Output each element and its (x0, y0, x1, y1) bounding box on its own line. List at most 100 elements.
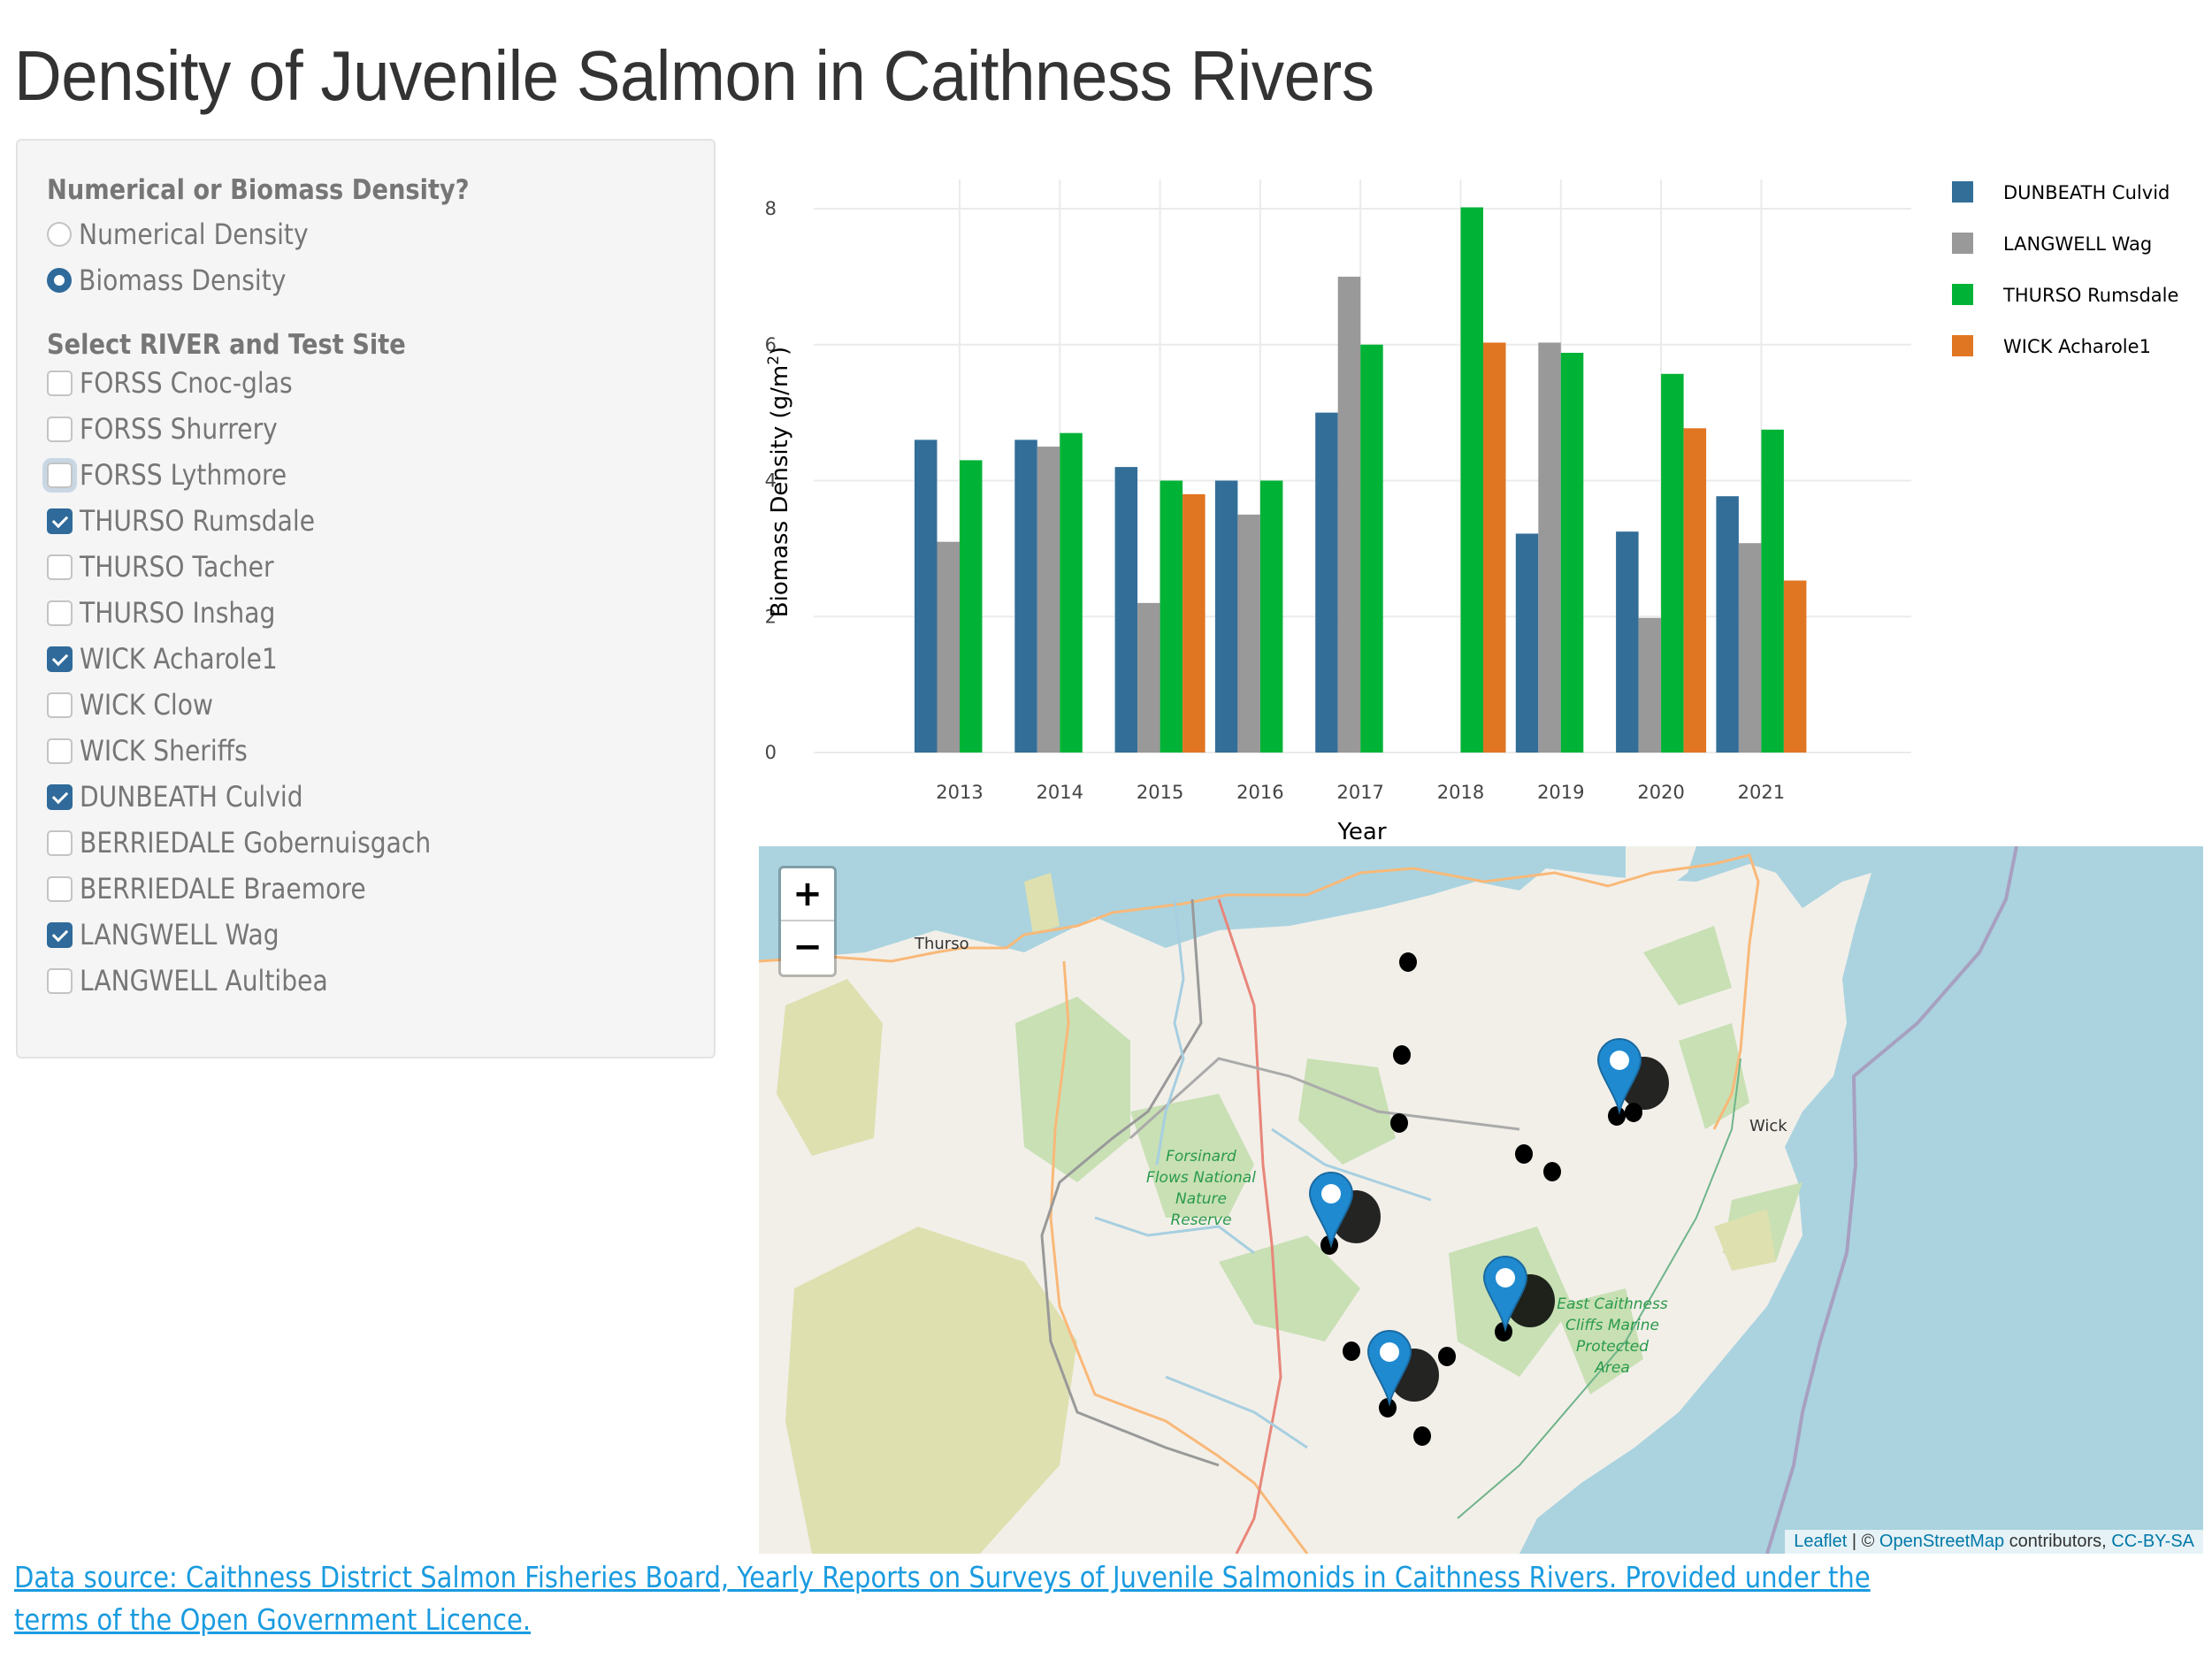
site-checkbox-langwell-aultibea[interactable]: LANGWELL Aultibea (47, 963, 362, 998)
radio-button-icon[interactable] (47, 222, 72, 247)
radio-label: Biomass Density (79, 264, 287, 297)
bar-dunbeath-culvid-2015 (1114, 467, 1138, 753)
legend-swatch (1952, 233, 1973, 254)
zoom-control: + − (778, 866, 837, 977)
svg-text:East Caithness: East Caithness (1557, 1295, 1668, 1313)
site-checkbox-forss-cnoc-glas[interactable]: FORSS Cnoc-glas (47, 365, 321, 401)
site-dot[interactable] (1399, 952, 1417, 972)
site-dot[interactable] (1608, 1106, 1626, 1126)
site-checkbox-wick-clow[interactable]: WICK Clow (47, 687, 232, 722)
checkbox-icon[interactable] (47, 692, 73, 718)
site-dot[interactable] (1393, 1045, 1411, 1065)
site-label: WICK Clow (80, 688, 213, 722)
y-tick-label: 8 (765, 198, 777, 219)
svg-text:Reserve: Reserve (1170, 1211, 1231, 1229)
site-label: FORSS Shurrery (80, 412, 278, 446)
x-axis-ticks: 2013 2014 2015 2016 2017 2018 2019 2020 2021 (936, 782, 1785, 803)
site-checkbox-dunbeath-culvid[interactable]: DUNBEATH Culvid (47, 779, 333, 814)
site-checkbox-forss-shurrery[interactable]: FORSS Shurrery (47, 411, 304, 447)
x-tick-label: 2020 (1637, 782, 1684, 803)
bar-dunbeath-culvid-2016 (1214, 480, 1238, 753)
checkbox-icon[interactable] (47, 829, 73, 856)
radio-numerical-density[interactable]: Numerical Density (47, 217, 340, 252)
y-axis-title: Biomass Density (g/m2) (765, 347, 793, 617)
x-tick-label: 2019 (1537, 782, 1584, 803)
svg-text:Forsinard: Forsinard (1166, 1148, 1236, 1165)
checkbox-checked-icon[interactable] (47, 921, 73, 948)
bar-thurso-rumsdale-2019 (1560, 352, 1584, 753)
site-checkbox-thurso-inshag[interactable]: THURSO Inshag (47, 595, 302, 630)
legend-swatch (1952, 181, 1973, 203)
checkbox-checked-icon[interactable] (47, 646, 73, 672)
leaflet-map[interactable]: Thurso Wick Forsinard Flows National Nat… (759, 846, 2203, 1554)
site-dot[interactable] (1515, 1144, 1533, 1164)
site-checkbox-forss-lythmore[interactable]: FORSS Lythmore (47, 457, 315, 493)
svg-text:Cliffs Marine: Cliffs Marine (1565, 1317, 1659, 1334)
svg-text:Flows National: Flows National (1146, 1169, 1256, 1187)
legend-label: LANGWELL Wag (2003, 233, 2152, 255)
checkbox-icon[interactable] (47, 737, 73, 764)
site-checkbox-berriedale-gobernuisgach[interactable]: BERRIEDALE Gobernuisgach (47, 825, 478, 860)
site-label: WICK Acharole1 (80, 642, 278, 676)
footer: Data source: Caithness District Salmon F… (14, 1556, 1937, 1641)
legend-swatch (1952, 335, 1973, 356)
site-label: DUNBEATH Culvid (80, 780, 303, 814)
checkbox-icon[interactable] (47, 370, 73, 396)
bar-wick-acharole1-2020 (1683, 428, 1707, 753)
radio-button-selected-icon[interactable] (47, 268, 72, 293)
checkbox-icon[interactable] (47, 875, 73, 902)
radio-biomass-density[interactable]: Biomass Density (47, 263, 314, 298)
site-label: FORSS Cnoc-glas (80, 366, 293, 400)
bar-thurso-rumsdale-2020 (1661, 373, 1684, 753)
x-axis-title: Year (1336, 819, 1386, 845)
checkbox-icon[interactable] (47, 416, 73, 442)
site-checkbox-berriedale-braemore[interactable]: BERRIEDALE Braemore (47, 871, 405, 906)
bar-dunbeath-culvid-2014 (1014, 439, 1037, 753)
site-select-label: Select RIVER and Test Site (47, 329, 406, 361)
bar-wick-acharole1-2021 (1783, 580, 1807, 753)
site-checkbox-thurso-rumsdale[interactable]: THURSO Rumsdale (47, 503, 347, 539)
bar-thurso-rumsdale-2021 (1761, 429, 1784, 753)
bar-langwell-wag-2016 (1237, 514, 1260, 753)
legend-label: WICK Acharole1 (2003, 336, 2151, 357)
data-source-link[interactable]: Data source: Caithness District Salmon F… (14, 1560, 1871, 1637)
bar-langwell-wag-2021 (1738, 543, 1762, 753)
checkbox-icon[interactable] (47, 967, 73, 994)
site-dot[interactable] (1438, 1347, 1456, 1366)
bar-langwell-wag-2019 (1538, 342, 1561, 753)
checkbox-checked-icon[interactable] (47, 508, 73, 534)
x-tick-label: 2018 (1437, 782, 1484, 803)
page-title: Density of Juvenile Salmon in Caithness … (14, 36, 1374, 115)
site-dot[interactable] (1413, 1426, 1431, 1446)
bar-dunbeath-culvid-2013 (915, 439, 938, 753)
bar-dunbeath-culvid-2021 (1716, 496, 1739, 753)
checkbox-icon[interactable] (47, 554, 73, 580)
controls-panel: Numerical or Biomass Density? Numerical … (16, 139, 716, 1058)
site-checkbox-wick-sheriffs[interactable]: WICK Sheriffs (47, 733, 271, 768)
osm-link[interactable]: OpenStreetMap (1879, 1532, 2004, 1551)
attribution-separator: | © (1847, 1532, 1879, 1551)
site-label: LANGWELL Wag (80, 918, 279, 951)
y-tick-label: 0 (765, 742, 777, 763)
x-tick-label: 2015 (1137, 782, 1183, 803)
site-dot[interactable] (1543, 1162, 1561, 1181)
license-link[interactable]: CC-BY-SA (2111, 1532, 2194, 1551)
x-tick-label: 2016 (1236, 782, 1283, 803)
checkbox-checked-icon[interactable] (47, 783, 73, 810)
site-checkbox-langwell-wag[interactable]: LANGWELL Wag (47, 917, 306, 952)
map-tiles[interactable]: Thurso Wick Forsinard Flows National Nat… (759, 846, 2203, 1554)
zoom-in-button[interactable]: + (781, 868, 834, 921)
checkbox-icon[interactable] (47, 462, 73, 488)
checkbox-icon[interactable] (47, 600, 73, 626)
zoom-out-button[interactable]: − (781, 921, 834, 974)
site-checkbox-wick-acharole1[interactable]: WICK Acharole1 (47, 641, 304, 676)
site-dot[interactable] (1390, 1113, 1408, 1133)
bar-dunbeath-culvid-2017 (1315, 412, 1338, 753)
x-tick-label: 2021 (1738, 782, 1785, 803)
site-dot[interactable] (1343, 1341, 1360, 1361)
leaflet-link[interactable]: Leaflet (1794, 1532, 1847, 1551)
place-label-wick: Wick (1749, 1117, 1787, 1135)
site-dot[interactable] (1379, 1398, 1397, 1418)
site-checkbox-thurso-tacher[interactable]: THURSO Tacher (47, 549, 301, 585)
chart-legend: DUNBEATH Culvid LANGWELL Wag THURSO Rumsda… (1952, 181, 2178, 357)
